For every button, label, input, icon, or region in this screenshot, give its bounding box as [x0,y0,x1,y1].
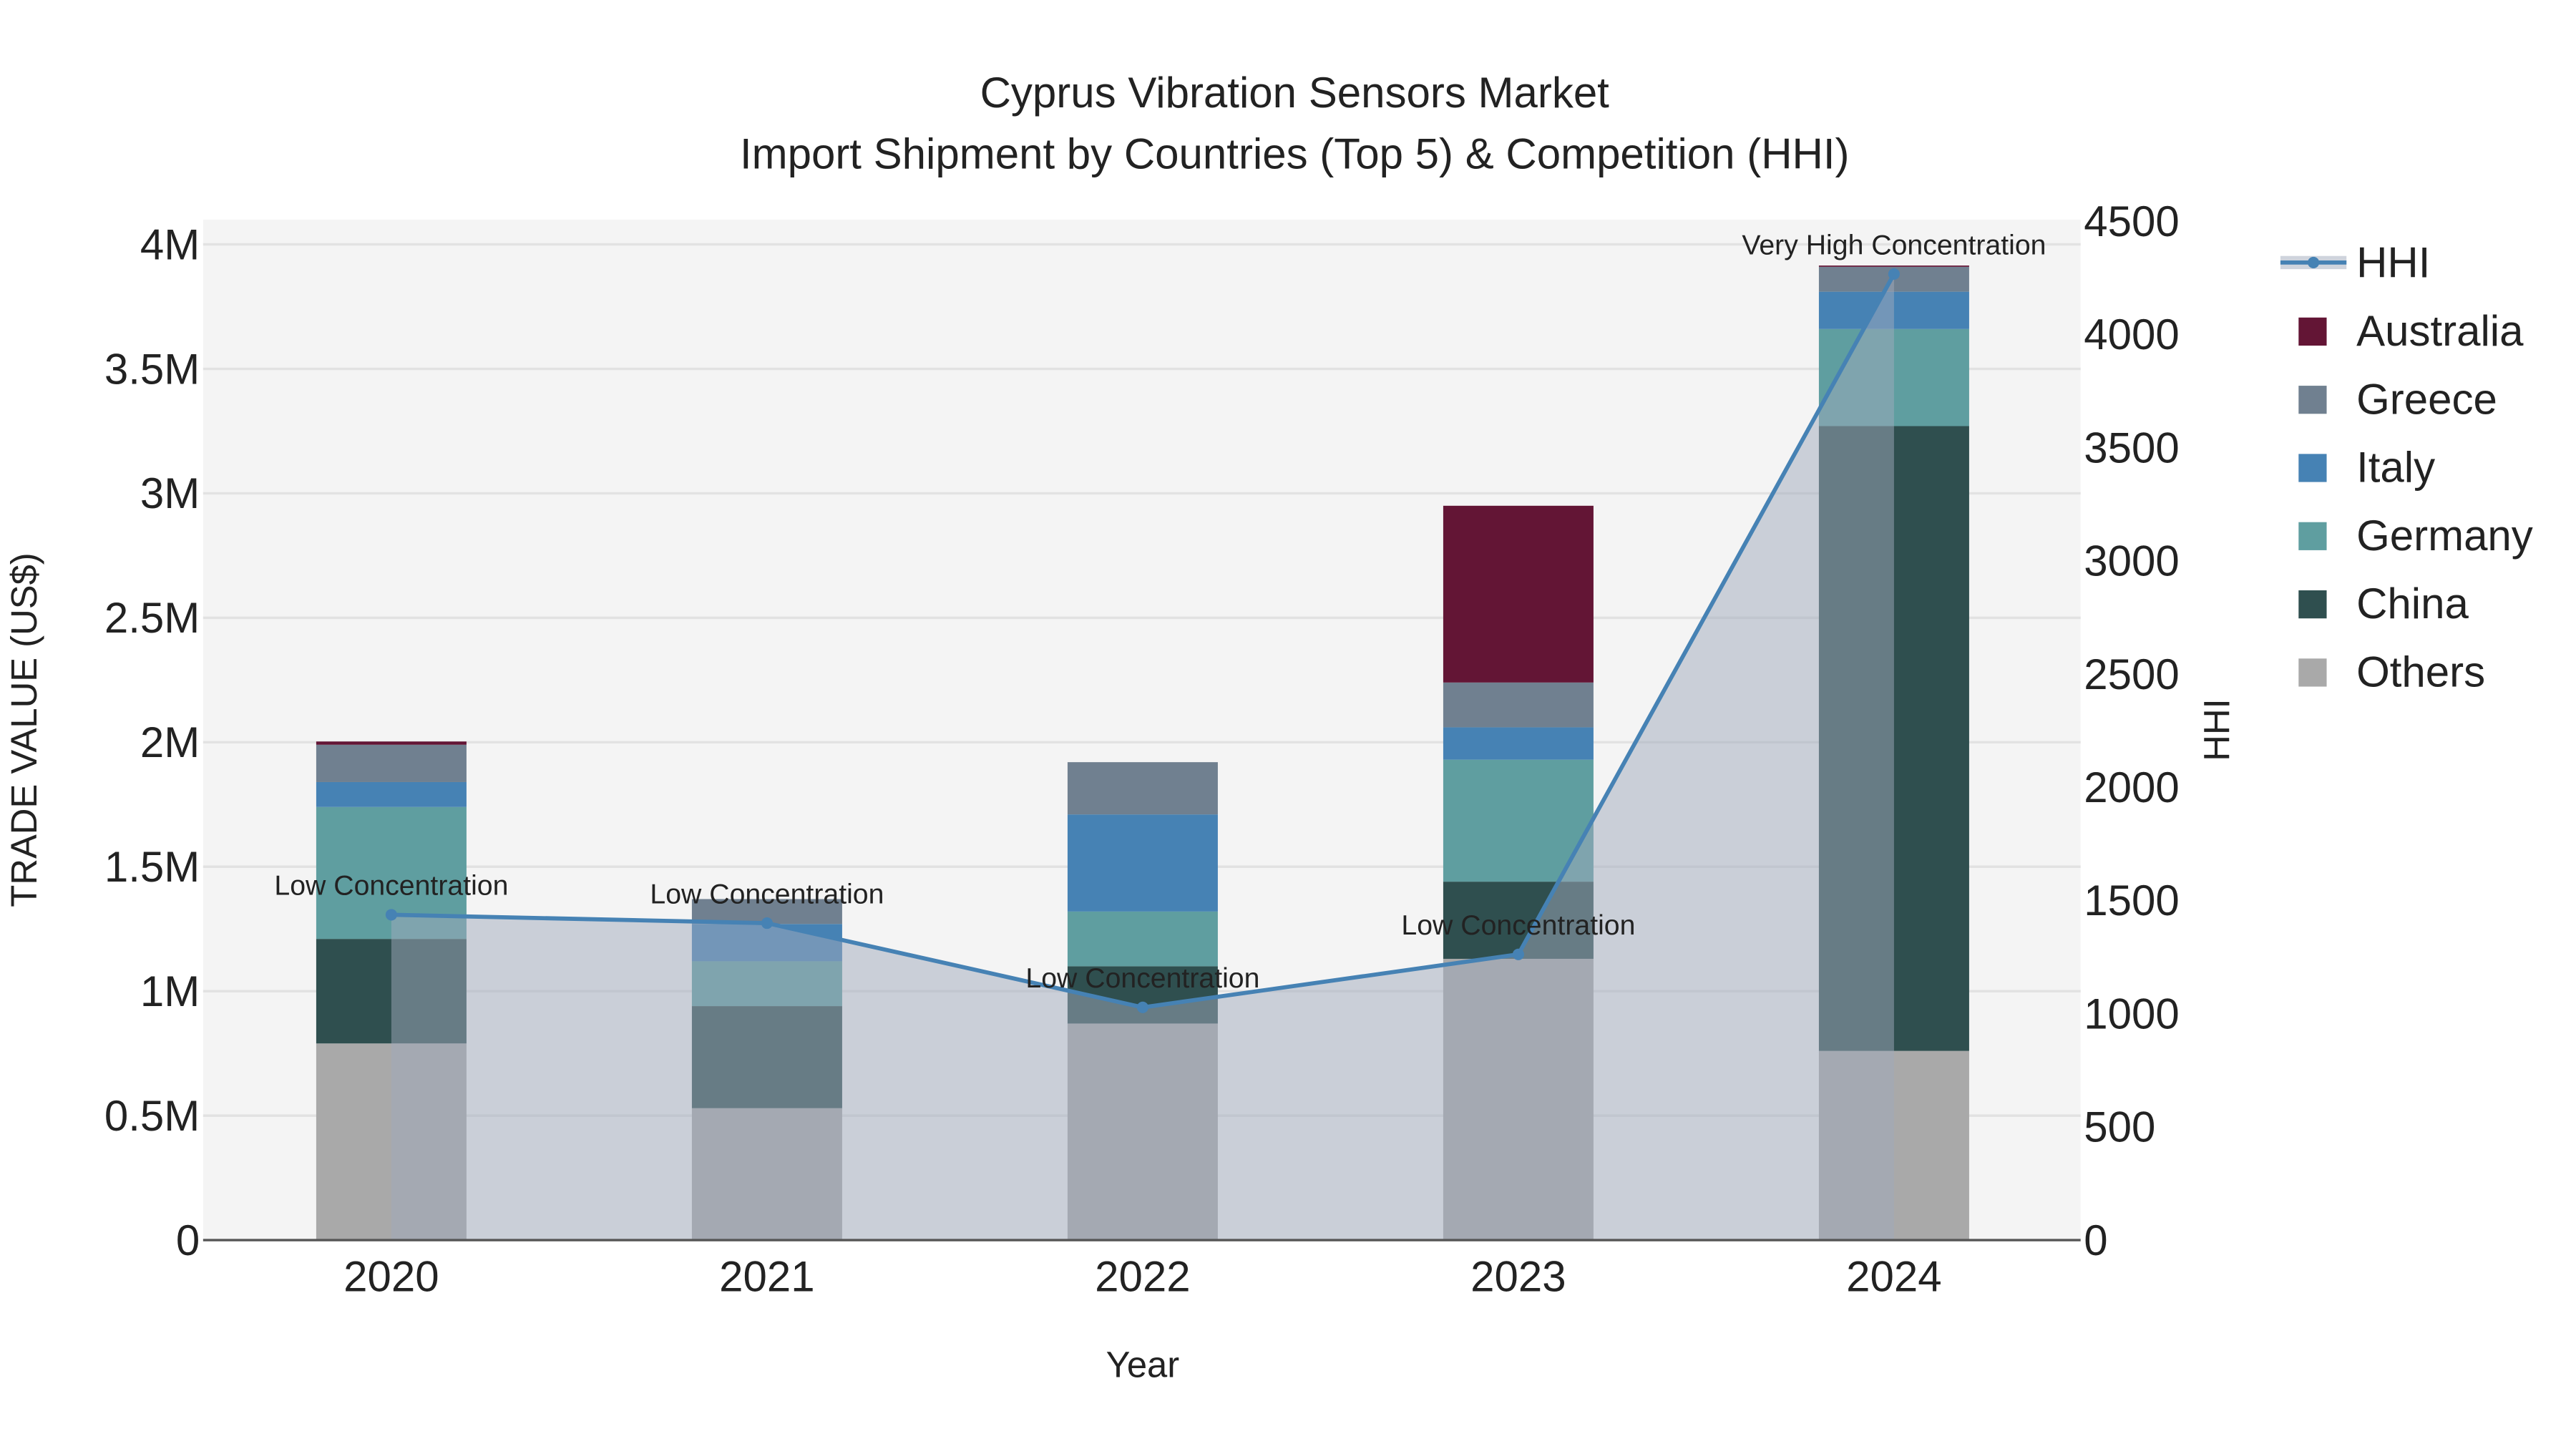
y-tick-label: 0.5M [104,1092,200,1140]
legend-label-greece: Greece [2356,375,2497,423]
legend-swatch-germany [2298,522,2327,550]
bar-italy-2022 [1067,814,1218,912]
y2-axis-label: HHI [2196,698,2237,761]
bar-greece-2020 [316,744,467,782]
hhi-point [761,917,773,930]
x-tick-label: 2024 [1846,1253,1941,1301]
legend-hhi-marker-icon [2308,256,2320,268]
bar-australia-2020 [316,741,467,745]
bar-australia-2023 [1443,505,1594,683]
y2-tick-label: 4500 [2084,197,2179,245]
hhi-annotation: Low Concentration [650,878,884,909]
x-tick-label: 2021 [719,1253,814,1301]
legend-swatch-others [2298,658,2327,687]
hhi-point [1512,948,1524,960]
hhi-point [1136,1001,1148,1013]
hhi-point [385,909,397,921]
legend: HHI Australia Greece Italy Germany China Other… [2280,239,2533,696]
y-axis-label: TRADE VALUE (US$) [4,552,44,907]
bar-australia-2024 [1818,265,1969,267]
bar-italy-2023 [1443,727,1594,760]
y2-tick-label: 3000 [2084,537,2179,585]
hhi-annotation: Low Concentration [1025,962,1259,994]
y2-tick-label: 500 [2084,1103,2155,1151]
chart: Cyprus Vibration Sensors Market Import S… [4,69,2533,1385]
x-tick-label: 2023 [1470,1253,1566,1301]
y2-tick-label: 4000 [2084,311,2179,358]
hhi-annotation: Very High Concentration [1742,229,2046,260]
legend-swatch-china [2298,590,2327,619]
legend-swatch-italy [2298,454,2327,482]
legend-label-others: Others [2356,648,2485,696]
y2-tick-label: 3500 [2084,424,2179,472]
hhi-annotation: Low Concentration [274,870,508,902]
y-tick-label: 1.5M [104,843,200,891]
bar-greece-2023 [1443,682,1594,728]
y2-tick-label: 2500 [2084,650,2179,698]
y-tick-label: 2.5M [104,594,200,642]
chart-subtitle: Import Shipment by Countries (Top 5) & C… [740,130,1850,177]
y-tick-label: 0 [176,1216,200,1264]
y-tick-label: 3.5M [104,345,200,393]
y-tick-label: 4M [140,220,200,268]
y2-tick-label: 2000 [2084,763,2179,811]
legend-swatch-greece [2298,386,2327,414]
hhi-annotation: Low Concentration [1401,909,1635,941]
x-tick-label: 2020 [343,1253,439,1301]
x-axis-label: Year [1106,1345,1180,1385]
y2-tick-label: 1500 [2084,877,2179,924]
hhi-point [1888,268,1900,280]
legend-label-china: China [2356,580,2469,628]
legend-label-germany: Germany [2356,512,2533,560]
y2-tick-label: 0 [2084,1216,2107,1264]
legend-label-italy: Italy [2356,444,2435,492]
bar-greece-2022 [1067,762,1218,815]
chart-title: Cyprus Vibration Sensors Market [980,69,1610,117]
legend-swatch-australia [2298,317,2327,346]
y-tick-label: 3M [140,469,200,517]
legend-label-hhi: HHI [2356,239,2430,287]
bar-germany-2022 [1067,911,1218,967]
x-tick-label: 2022 [1095,1253,1190,1301]
y-tick-label: 1M [140,967,200,1015]
y-tick-label: 2M [140,718,200,766]
y2-tick-label: 1000 [2084,990,2179,1038]
legend-label-australia: Australia [2356,307,2524,355]
bar-italy-2020 [316,781,467,807]
